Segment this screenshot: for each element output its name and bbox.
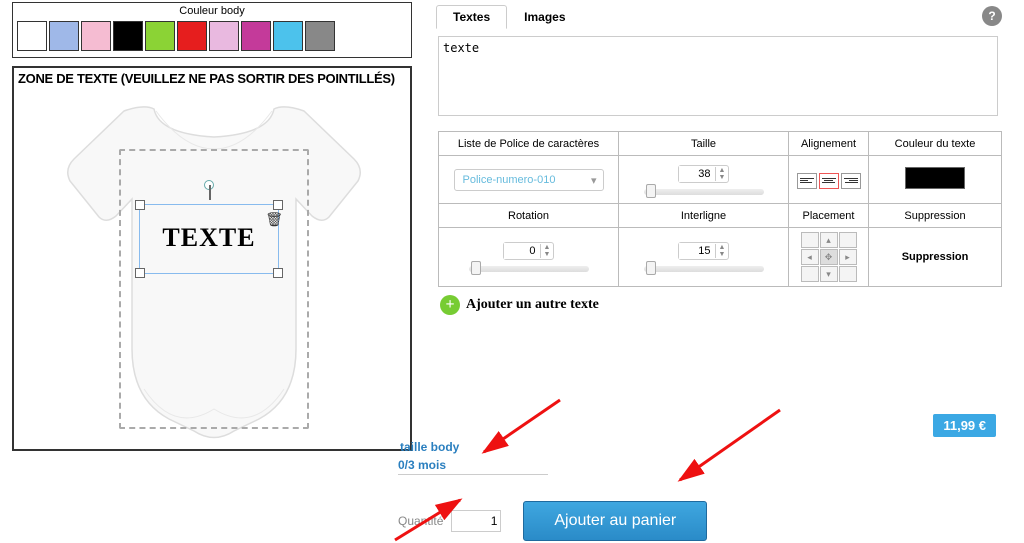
resize-handle-br[interactable]	[273, 268, 283, 278]
design-zone: ZONE DE TEXTE (VEUILLEZ NE PAS SORTIR DE…	[12, 66, 412, 451]
add-text-button[interactable]: + Ajouter un autre texte	[440, 295, 1000, 315]
controls-table: Liste de Police de caractères Taille Ali…	[438, 131, 1002, 287]
align-left-button[interactable]	[797, 173, 817, 189]
size-up[interactable]: ▲	[715, 167, 729, 174]
align-right-button[interactable]	[841, 173, 861, 189]
trash-icon[interactable]: 🗑	[265, 211, 283, 228]
quantity-label: Quantité	[398, 514, 443, 528]
size-slider[interactable]	[644, 189, 764, 195]
color-swatch-0[interactable]	[17, 21, 47, 51]
placement-grid[interactable]: ▴ ◂✥▸ ▾	[801, 232, 857, 282]
header-size: Taille	[619, 132, 789, 156]
header-rotation: Rotation	[439, 204, 619, 228]
rotation-slider[interactable]	[469, 266, 589, 272]
interline-slider[interactable]	[644, 266, 764, 272]
color-swatch-3[interactable]	[113, 21, 143, 51]
color-swatches	[13, 21, 411, 51]
size-label: taille body	[400, 440, 1010, 454]
tab-images[interactable]: Images	[507, 5, 582, 29]
header-color: Couleur du texte	[869, 132, 1002, 156]
size-spinner[interactable]: ▲▼	[678, 165, 730, 183]
color-swatch-5[interactable]	[177, 21, 207, 51]
resize-handle-tr[interactable]	[273, 200, 283, 210]
header-align: Alignement	[789, 132, 869, 156]
plus-icon: +	[440, 295, 460, 315]
options-panel: Textes Images ? Liste de Police de carac…	[430, 4, 1010, 323]
color-swatch-6[interactable]	[209, 21, 239, 51]
help-icon[interactable]: ?	[982, 6, 1002, 26]
text-color-chip[interactable]	[905, 167, 965, 189]
color-swatch-1[interactable]	[49, 21, 79, 51]
resize-handle-bl[interactable]	[135, 268, 145, 278]
size-input[interactable]	[679, 166, 715, 182]
size-down[interactable]: ▼	[715, 174, 729, 181]
color-picker-panel: Couleur body	[12, 2, 412, 58]
color-swatch-8[interactable]	[273, 21, 303, 51]
color-swatch-2[interactable]	[81, 21, 111, 51]
quantity-input[interactable]	[451, 510, 501, 532]
delete-button[interactable]: Suppression	[902, 251, 969, 263]
header-delete: Suppression	[869, 204, 1002, 228]
color-swatch-7[interactable]	[241, 21, 271, 51]
interline-input[interactable]	[679, 243, 715, 259]
header-interline: Interligne	[619, 204, 789, 228]
tab-textes[interactable]: Textes	[436, 5, 507, 29]
header-font: Liste de Police de caractères	[439, 132, 619, 156]
color-title: Couleur body	[13, 5, 411, 17]
rotation-input[interactable]	[504, 243, 540, 259]
selection-box: 🗑	[139, 204, 279, 274]
header-placement: Placement	[789, 204, 869, 228]
rotation-spinner[interactable]: ▲▼	[503, 242, 555, 260]
color-swatch-4[interactable]	[145, 21, 175, 51]
interline-spinner[interactable]: ▲▼	[678, 242, 730, 260]
align-center-button[interactable]	[819, 173, 839, 189]
product-preview[interactable]: 🗑 TEXTE	[14, 89, 410, 449]
price-badge: 11,99 €	[933, 414, 996, 437]
purchase-area: 11,99 € taille body 0/3 mois Quantité Aj…	[398, 410, 1010, 541]
color-swatch-9[interactable]	[305, 21, 335, 51]
font-dropdown[interactable]: Police-numero-010	[454, 169, 604, 191]
add-text-label: Ajouter un autre texte	[466, 297, 599, 313]
design-text-object[interactable]: 🗑 TEXTE	[144, 209, 274, 269]
add-to-cart-button[interactable]: Ajouter au panier	[523, 501, 707, 541]
size-select[interactable]: 0/3 mois	[398, 456, 548, 475]
zone-title: ZONE DE TEXTE (VEUILLEZ NE PAS SORTIR DE…	[14, 68, 410, 89]
resize-handle-tl[interactable]	[135, 200, 145, 210]
text-input[interactable]	[438, 36, 998, 116]
